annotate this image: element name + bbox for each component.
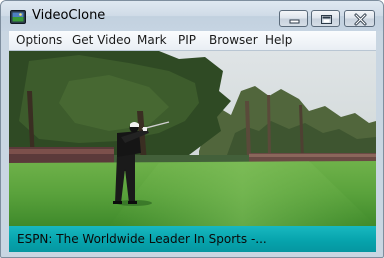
app-window: VideoClone Options Get Video Mark PIP Br… bbox=[0, 0, 384, 258]
maximize-button[interactable] bbox=[311, 10, 340, 27]
menu-get-video[interactable]: Get Video bbox=[72, 33, 131, 47]
minimize-icon bbox=[289, 19, 300, 24]
close-icon bbox=[354, 13, 367, 26]
menu-help[interactable]: Help bbox=[265, 33, 292, 47]
menu-options[interactable]: Options bbox=[16, 33, 62, 47]
minimize-button[interactable] bbox=[279, 10, 308, 27]
window-title: VideoClone bbox=[32, 8, 106, 23]
video-display[interactable] bbox=[9, 51, 376, 226]
status-text: ESPN: The Worldwide Leader In Sports -..… bbox=[17, 232, 267, 246]
status-bar: ESPN: The Worldwide Leader In Sports -..… bbox=[9, 226, 376, 252]
close-button[interactable] bbox=[344, 10, 375, 27]
menu-pip[interactable]: PIP bbox=[178, 33, 196, 47]
app-icon bbox=[10, 10, 26, 24]
title-bar[interactable]: VideoClone bbox=[1, 1, 383, 31]
menu-bar: Options Get Video Mark PIP Browser Help bbox=[9, 31, 376, 51]
menu-mark[interactable]: Mark bbox=[137, 33, 167, 47]
menu-browser[interactable]: Browser bbox=[209, 33, 258, 47]
video-frame-image bbox=[9, 51, 376, 226]
maximize-icon bbox=[321, 15, 332, 24]
